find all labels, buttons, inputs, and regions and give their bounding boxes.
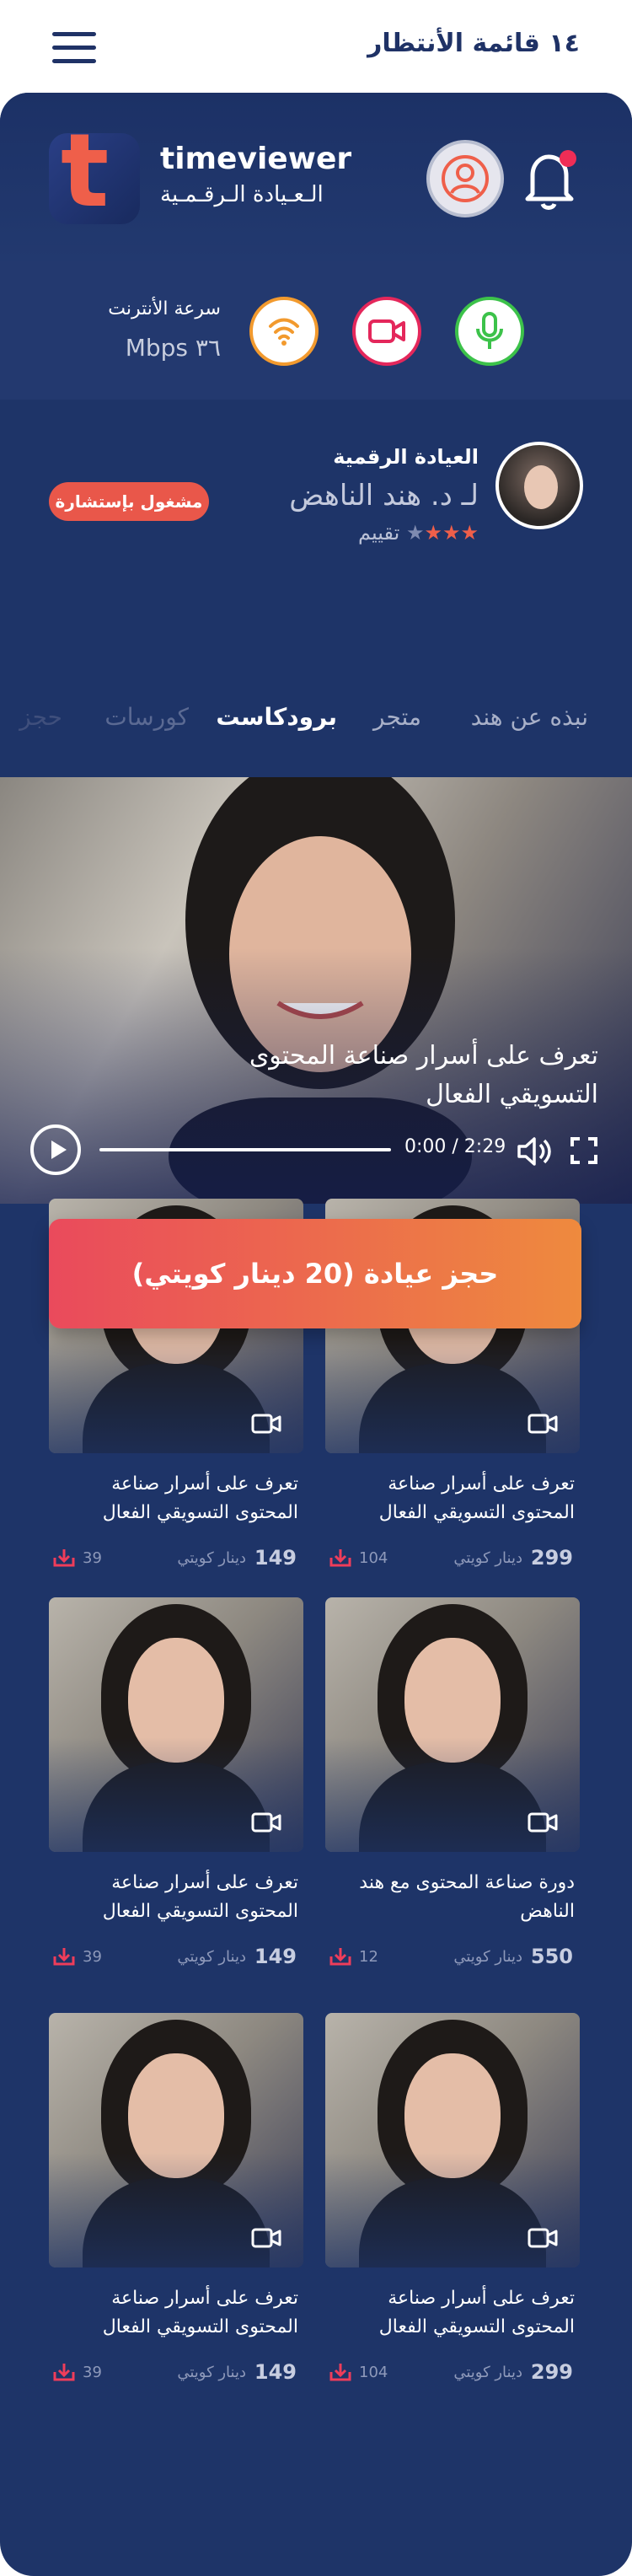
seek-bar[interactable] <box>99 1148 391 1151</box>
card-title: تعرف على أسرار صناعة المحتوى التسويقي ال… <box>102 1872 298 1922</box>
card-downloads: 12 <box>359 1948 378 1966</box>
top-bar: ١٤ قائمة الأنتظار <box>0 0 632 94</box>
video-camera-icon <box>528 1812 558 1833</box>
internet-speed-value: ٣٦ Mbps <box>125 334 221 362</box>
microphone-icon <box>476 312 503 349</box>
rating: ★★★★ تقييم <box>358 521 479 545</box>
download-icon[interactable] <box>52 2362 76 2382</box>
microphone-button[interactable] <box>455 297 524 366</box>
content-card[interactable]: تعرف على أسرار صناعة المحتوى التسويقي ال… <box>325 2013 580 2392</box>
tab-podcast[interactable]: برودكاست <box>216 703 337 731</box>
rating-label: تقييم <box>358 521 400 545</box>
brand-subtitle: الـعـيادة الـرقـمـية <box>160 182 324 207</box>
tab-about[interactable]: نبذه عن هند <box>471 703 588 731</box>
download-icon[interactable] <box>329 2362 352 2382</box>
content-card[interactable]: تعرف على أسرار صناعة المحتوى التسويقي ال… <box>49 2013 303 2392</box>
tab-store[interactable]: متجر <box>373 703 421 731</box>
video-player[interactable]: تعرف على أسرار صناعة المحتوى التسويقي ال… <box>0 777 632 1204</box>
card-currency: دينار كويتي <box>453 1549 522 1567</box>
card-price: 149 <box>254 1945 297 1968</box>
card-downloads: 104 <box>359 1549 388 1567</box>
tab-courses[interactable]: كورسات <box>104 703 189 731</box>
card-price: 149 <box>254 2360 297 2384</box>
card-title: تعرف على أسرار صناعة المحتوى التسويقي ال… <box>378 2288 575 2337</box>
card-meta: 299 دينار كويتي 104 <box>325 1546 580 1571</box>
card-meta: 550 دينار كويتي 12 <box>325 1945 580 1970</box>
waitlist-label[interactable]: ١٤ قائمة الأنتظار <box>367 29 580 58</box>
fullscreen-icon[interactable] <box>570 1136 598 1165</box>
video-time: 0:00 / 2:29 <box>404 1136 506 1157</box>
clinic-label: العيادة الرقمية <box>333 445 479 469</box>
video-camera-icon <box>528 1414 558 1434</box>
profile-icon <box>442 155 489 202</box>
card-thumbnail[interactable] <box>325 2013 580 2267</box>
video-camera-icon <box>528 2228 558 2248</box>
internet-speed-label: سرعة الأنترنت <box>108 298 221 319</box>
star-icon: ★ <box>405 521 425 545</box>
card-title: تعرف على أسرار صناعة المحتوى التسويقي ال… <box>102 1473 298 1523</box>
tab-booking[interactable]: حجز <box>19 703 62 731</box>
star-icon: ★ <box>460 521 479 545</box>
volume-icon[interactable] <box>516 1135 553 1168</box>
card-meta: 299 دينار كويتي 104 <box>325 2360 580 2385</box>
card-downloads: 39 <box>83 1948 102 1966</box>
tab-bar: نبذه عن هند متجر برودكاست كورسات حجز <box>0 703 632 754</box>
card-meta: 149 دينار كويتي 39 <box>49 1546 303 1571</box>
video-title: تعرف على أسرار صناعة المحتوى التسويقي ال… <box>249 1041 598 1109</box>
card-price: 550 <box>530 1945 573 1968</box>
brand-name: timeviewer <box>160 142 352 176</box>
camera-button[interactable] <box>352 297 421 366</box>
card-meta: 149 دينار كويتي 39 <box>49 2360 303 2385</box>
profile-button[interactable] <box>426 140 504 217</box>
card-title: تعرف على أسرار صناعة المحتوى التسويقي ال… <box>102 2288 298 2337</box>
card-title: تعرف على أسرار صناعة المحتوى التسويقي ال… <box>378 1473 575 1523</box>
card-price: 299 <box>530 1546 573 1570</box>
play-icon[interactable] <box>30 1124 81 1175</box>
wifi-icon <box>269 318 299 346</box>
card-currency: دينار كويتي <box>177 2364 246 2381</box>
download-icon[interactable] <box>329 1946 352 1967</box>
logo-letter: t <box>61 133 110 224</box>
card-downloads: 39 <box>83 2364 102 2381</box>
card-currency: دينار كويتي <box>177 1948 246 1966</box>
app-logo: t <box>49 133 140 224</box>
video-camera-icon <box>251 1414 281 1434</box>
star-icon: ★ <box>424 521 442 545</box>
wifi-button[interactable] <box>249 297 319 366</box>
download-icon[interactable] <box>329 1548 352 1568</box>
card-price: 149 <box>254 1546 297 1570</box>
status-badge: مشغول بإستشارة <box>49 482 209 521</box>
content-card[interactable]: تعرف على أسرار صناعة المحتوى التسويقي ال… <box>49 1597 303 1977</box>
card-price: 299 <box>530 2360 573 2384</box>
download-icon[interactable] <box>52 1548 76 1568</box>
card-currency: دينار كويتي <box>177 1549 246 1567</box>
avatar[interactable] <box>495 442 583 529</box>
video-camera-icon <box>368 319 405 343</box>
card-thumbnail[interactable] <box>49 2013 303 2267</box>
content-card[interactable]: دورة صناعة المحتوى مع هند الناهض 550 دينار… <box>325 1597 580 1977</box>
video-camera-icon <box>251 1812 281 1833</box>
menu-icon[interactable] <box>52 32 96 64</box>
card-downloads: 39 <box>83 1549 102 1567</box>
card-thumbnail[interactable] <box>325 1597 580 1852</box>
download-icon[interactable] <box>52 1946 76 1967</box>
star-icon: ★ <box>442 521 461 545</box>
card-title: دورة صناعة المحتوى مع هند الناهض <box>359 1872 575 1922</box>
book-clinic-button[interactable]: حجز عيادة (20 دينار كويتي) <box>49 1219 581 1328</box>
card-meta: 149 دينار كويتي 39 <box>49 1945 303 1970</box>
card-thumbnail[interactable] <box>49 1597 303 1852</box>
card-currency: دينار كويتي <box>453 1948 522 1966</box>
main-panel: t timeviewer الـعـيادة الـرقـمـية سرعة ا… <box>0 93 632 2576</box>
card-downloads: 104 <box>359 2364 388 2381</box>
bell-icon[interactable] <box>521 145 580 212</box>
doctor-name: لـ د. هند الناهض <box>289 479 479 513</box>
card-currency: دينار كويتي <box>453 2364 522 2381</box>
video-camera-icon <box>251 2228 281 2248</box>
